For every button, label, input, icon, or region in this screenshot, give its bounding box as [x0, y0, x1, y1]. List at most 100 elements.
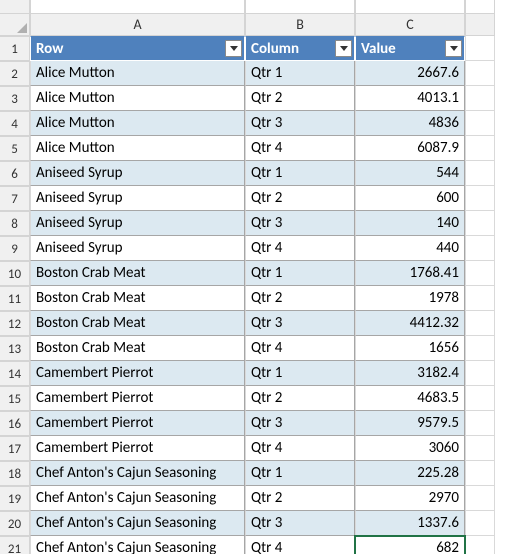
table-cell[interactable]: Aniseed Syrup: [30, 161, 245, 186]
table-cell[interactable]: Camembert Pierrot: [30, 361, 245, 386]
table-cell[interactable]: 1978: [355, 286, 465, 311]
table-cell[interactable]: 4412.32: [355, 311, 465, 336]
empty-cell[interactable]: [465, 136, 495, 161]
table-cell[interactable]: 2667.6: [355, 61, 465, 86]
table-cell[interactable]: Chef Anton's Cajun Seasoning: [30, 511, 245, 536]
table-cell[interactable]: Chef Anton's Cajun Seasoning: [30, 536, 245, 554]
filter-dropdown-icon[interactable]: [445, 40, 462, 57]
row-header[interactable]: 16: [0, 411, 30, 436]
table-cell[interactable]: Boston Crab Meat: [30, 311, 245, 336]
table-cell[interactable]: 544: [355, 161, 465, 186]
table-cell[interactable]: Qtr 1: [245, 61, 355, 86]
empty-cell[interactable]: [465, 411, 495, 436]
column-header-c[interactable]: C: [355, 14, 465, 36]
row-header[interactable]: 11: [0, 286, 30, 311]
table-cell[interactable]: Qtr 3: [245, 311, 355, 336]
table-cell[interactable]: 1768.41: [355, 261, 465, 286]
table-cell[interactable]: 4836: [355, 111, 465, 136]
row-header[interactable]: 1: [0, 36, 30, 61]
table-cell[interactable]: 6087.9: [355, 136, 465, 161]
spreadsheet-grid[interactable]: A B C 1 Row Column Value 2 Alice Mutton …: [0, 0, 509, 554]
table-cell[interactable]: Boston Crab Meat: [30, 286, 245, 311]
table-cell[interactable]: 140: [355, 211, 465, 236]
table-cell[interactable]: Qtr 3: [245, 111, 355, 136]
empty-cell[interactable]: [465, 236, 495, 261]
table-cell[interactable]: Camembert Pierrot: [30, 411, 245, 436]
row-header[interactable]: 21: [0, 536, 30, 554]
table-cell[interactable]: Qtr 1: [245, 461, 355, 486]
table-cell[interactable]: Qtr 2: [245, 286, 355, 311]
empty-cell[interactable]: [465, 461, 495, 486]
empty-cell[interactable]: [465, 61, 495, 86]
empty-cell[interactable]: [465, 361, 495, 386]
table-cell[interactable]: Camembert Pierrot: [30, 436, 245, 461]
table-cell[interactable]: Alice Mutton: [30, 86, 245, 111]
table-cell[interactable]: 2970: [355, 486, 465, 511]
table-cell[interactable]: Qtr 3: [245, 511, 355, 536]
table-cell[interactable]: Qtr 2: [245, 86, 355, 111]
empty-cell[interactable]: [465, 186, 495, 211]
empty-cell[interactable]: [465, 86, 495, 111]
empty-cell[interactable]: [465, 261, 495, 286]
table-header-value[interactable]: Value: [355, 36, 465, 61]
table-cell[interactable]: Qtr 4: [245, 336, 355, 361]
table-cell[interactable]: Chef Anton's Cajun Seasoning: [30, 461, 245, 486]
table-cell[interactable]: Camembert Pierrot: [30, 386, 245, 411]
selected-cell[interactable]: 682: [355, 536, 465, 554]
table-cell[interactable]: Qtr 4: [245, 436, 355, 461]
filter-dropdown-icon[interactable]: [225, 40, 242, 57]
table-cell[interactable]: 1337.6: [355, 511, 465, 536]
table-header-column[interactable]: Column: [245, 36, 355, 61]
row-header[interactable]: 19: [0, 486, 30, 511]
row-header[interactable]: 17: [0, 436, 30, 461]
empty-cell[interactable]: [465, 536, 495, 554]
row-header[interactable]: 7: [0, 186, 30, 211]
filter-dropdown-icon[interactable]: [335, 40, 352, 57]
table-cell[interactable]: Chef Anton's Cajun Seasoning: [30, 486, 245, 511]
table-cell[interactable]: Qtr 4: [245, 236, 355, 261]
table-cell[interactable]: Qtr 1: [245, 261, 355, 286]
row-header[interactable]: 3: [0, 86, 30, 111]
row-header[interactable]: 20: [0, 511, 30, 536]
table-cell[interactable]: 4683.5: [355, 386, 465, 411]
empty-cell[interactable]: [465, 436, 495, 461]
table-cell[interactable]: 4013.1: [355, 86, 465, 111]
table-cell[interactable]: 225.28: [355, 461, 465, 486]
empty-cell[interactable]: [465, 211, 495, 236]
row-header[interactable]: 14: [0, 361, 30, 386]
empty-cell[interactable]: [465, 286, 495, 311]
select-all-corner[interactable]: [0, 14, 30, 36]
table-cell[interactable]: Qtr 3: [245, 411, 355, 436]
row-header[interactable]: 15: [0, 386, 30, 411]
table-cell[interactable]: 3182.4: [355, 361, 465, 386]
empty-cell[interactable]: [465, 161, 495, 186]
column-header-a[interactable]: A: [30, 14, 245, 36]
table-cell[interactable]: Boston Crab Meat: [30, 336, 245, 361]
table-cell[interactable]: Qtr 4: [245, 136, 355, 161]
table-cell[interactable]: Qtr 2: [245, 386, 355, 411]
column-header-next[interactable]: [465, 14, 495, 36]
row-header[interactable]: 4: [0, 111, 30, 136]
table-cell[interactable]: Qtr 4: [245, 536, 355, 554]
row-header[interactable]: 8: [0, 211, 30, 236]
table-cell[interactable]: Alice Mutton: [30, 136, 245, 161]
row-header[interactable]: 5: [0, 136, 30, 161]
column-header-b[interactable]: B: [245, 14, 355, 36]
table-cell[interactable]: 3060: [355, 436, 465, 461]
empty-cell[interactable]: [465, 36, 495, 61]
table-cell[interactable]: 440: [355, 236, 465, 261]
table-cell[interactable]: Qtr 1: [245, 361, 355, 386]
table-cell[interactable]: Alice Mutton: [30, 111, 245, 136]
table-cell[interactable]: Alice Mutton: [30, 61, 245, 86]
empty-cell[interactable]: [465, 511, 495, 536]
table-header-row[interactable]: Row: [30, 36, 245, 61]
table-cell[interactable]: Qtr 2: [245, 486, 355, 511]
table-cell[interactable]: Aniseed Syrup: [30, 186, 245, 211]
row-header[interactable]: 2: [0, 61, 30, 86]
empty-cell[interactable]: [465, 336, 495, 361]
row-header[interactable]: 12: [0, 311, 30, 336]
empty-cell[interactable]: [465, 111, 495, 136]
empty-cell[interactable]: [465, 386, 495, 411]
empty-cell[interactable]: [465, 311, 495, 336]
empty-cell[interactable]: [465, 486, 495, 511]
